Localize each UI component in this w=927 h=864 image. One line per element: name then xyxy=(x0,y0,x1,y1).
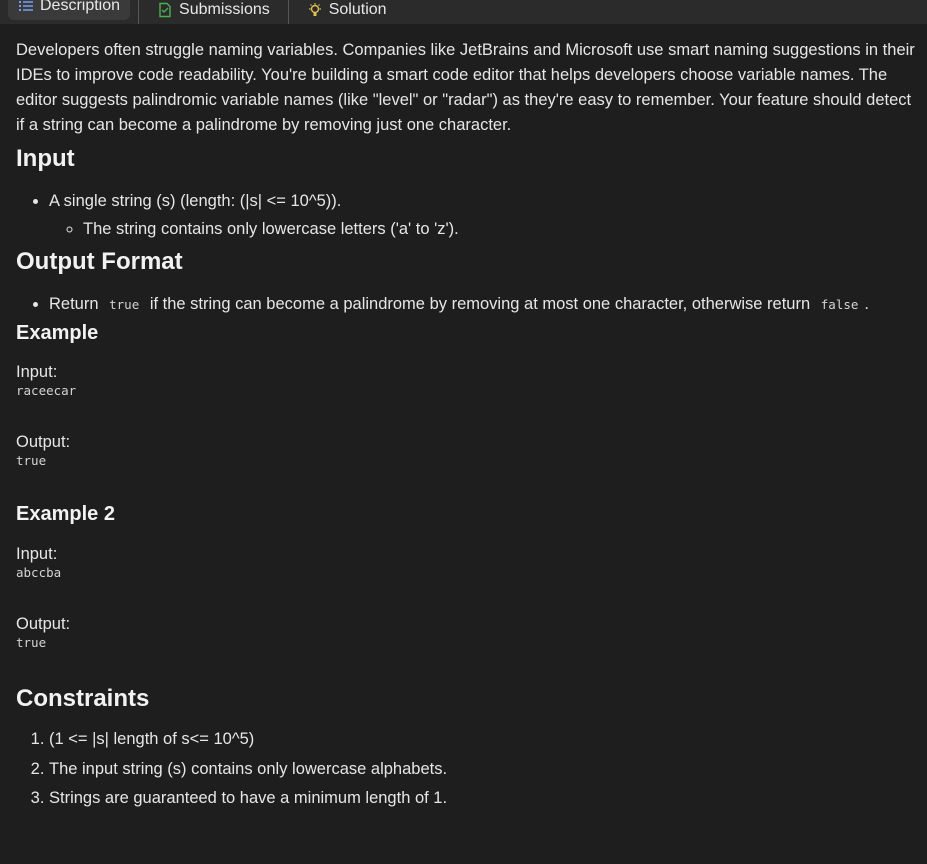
code-true: true xyxy=(109,297,140,312)
example2-heading: Example 2 xyxy=(16,503,115,525)
output-prefix: Return xyxy=(49,295,99,313)
output-list: Return true if the string can become a p… xyxy=(16,290,916,319)
example-output-label: Output: xyxy=(16,433,71,451)
input-sublist: The string contains only lowercase lette… xyxy=(49,215,916,243)
list-item: Strings are guaranteed to have a minimum… xyxy=(49,784,916,814)
example2-output-label: Output: xyxy=(16,615,71,633)
tab-solution-label: Solution xyxy=(328,1,387,18)
example2-input-label: Input: xyxy=(16,545,58,563)
tab-solution[interactable]: Solution xyxy=(297,0,397,24)
constraints-heading: Constraints xyxy=(16,685,150,712)
list-item: Return true if the string can become a p… xyxy=(49,290,916,319)
lightbulb-icon xyxy=(307,2,323,18)
output-format-heading: Output Format xyxy=(16,248,183,275)
tab-description-label: Description xyxy=(40,0,121,14)
example2-input-value: abccba xyxy=(16,565,62,580)
description-text: Developers often struggle naming variabl… xyxy=(16,41,915,134)
constraints-list: (1 <= |s| length of s<= 10^5) The input … xyxy=(16,725,916,814)
tab-submissions[interactable]: Submissions xyxy=(147,0,280,24)
example2-output-value: true xyxy=(16,635,47,650)
example-output-value: true xyxy=(16,453,47,468)
output-middle: if the string can become a palindrome by… xyxy=(149,295,811,313)
code-false: false xyxy=(820,297,859,312)
example-input-value: raceecar xyxy=(16,383,77,398)
problem-description: Developers often struggle naming variabl… xyxy=(16,38,916,814)
tab-description[interactable]: Description xyxy=(8,0,131,20)
example-input-label: Input: xyxy=(16,363,58,381)
list-item: The input string (s) contains only lower… xyxy=(49,755,916,785)
submissions-icon xyxy=(157,2,173,18)
list-item: A single string (s) (length: (|s| <= 10^… xyxy=(49,187,916,243)
output-suffix: . xyxy=(864,295,869,313)
list-icon xyxy=(18,0,34,13)
input-list: A single string (s) (length: (|s| <= 10^… xyxy=(16,187,916,243)
input-heading: Input xyxy=(16,145,75,172)
tab-divider xyxy=(138,0,140,24)
list-item: The string contains only lowercase lette… xyxy=(83,215,916,243)
tab-submissions-label: Submissions xyxy=(179,1,270,18)
tab-bar: Description Submissions Solution xyxy=(0,0,927,24)
example-heading: Example xyxy=(16,322,99,344)
input-item-text: A single string (s) (length: (|s| <= 10^… xyxy=(49,192,342,210)
list-item: (1 <= |s| length of s<= 10^5) xyxy=(49,725,916,755)
tab-divider xyxy=(287,0,289,24)
